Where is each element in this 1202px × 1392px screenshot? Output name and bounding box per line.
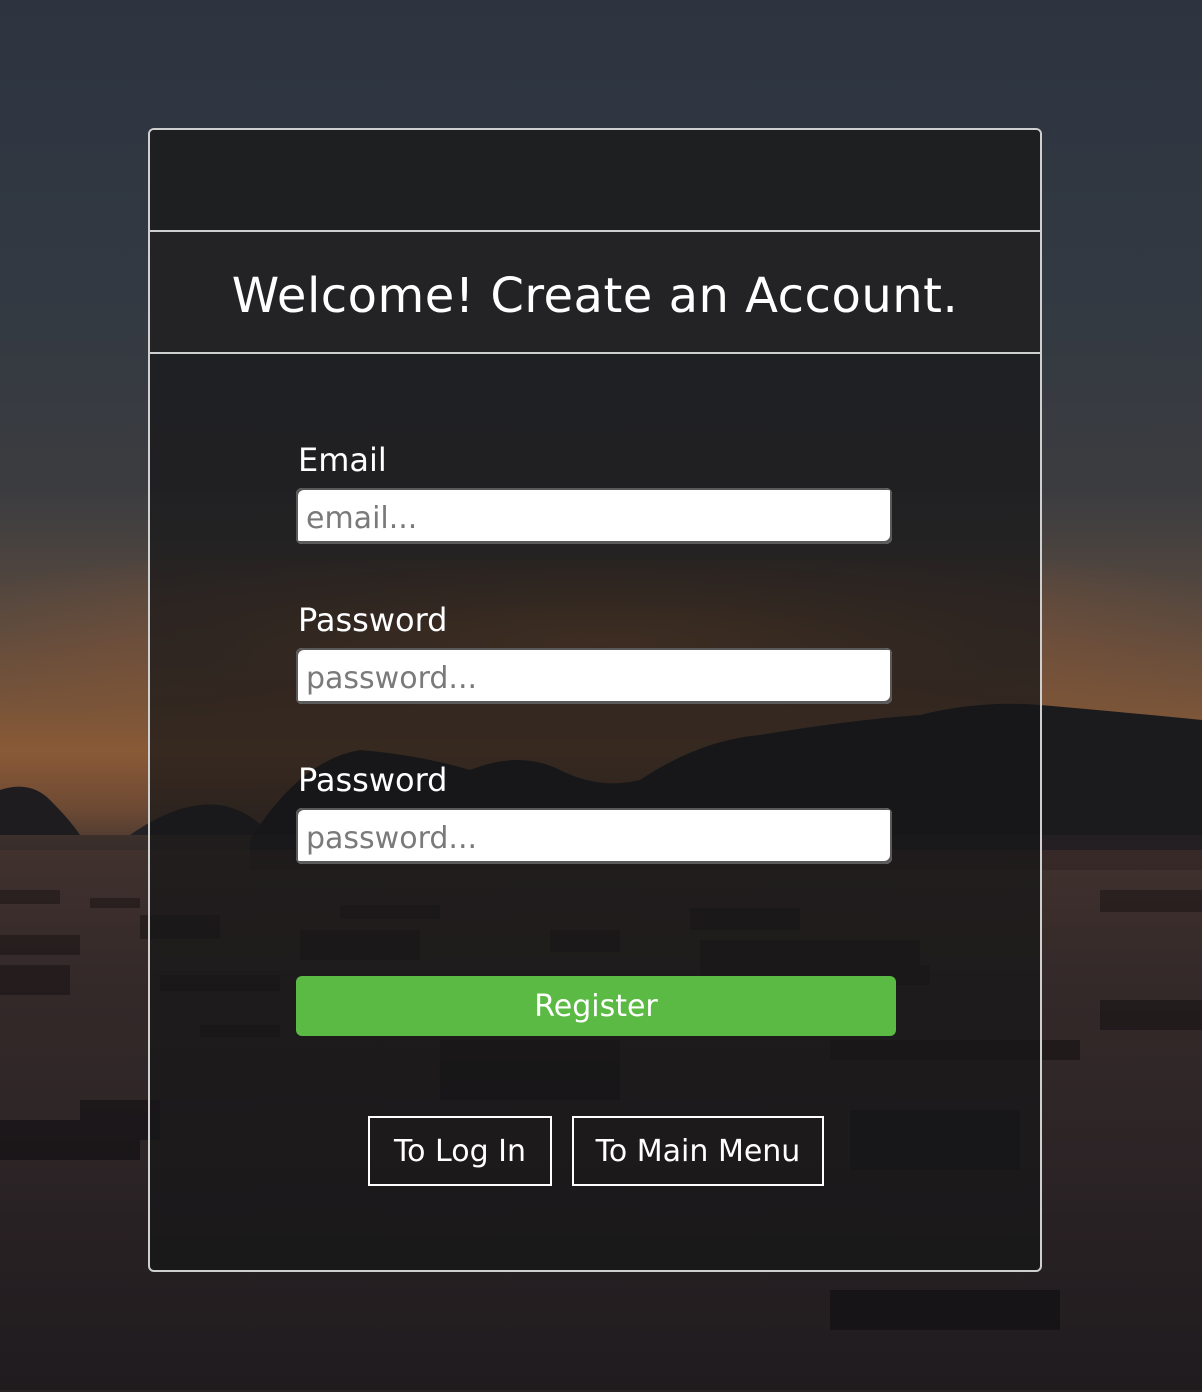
password-field-group: Password bbox=[296, 600, 896, 704]
register-card: Welcome! Create an Account. Email Passwo… bbox=[148, 128, 1042, 1272]
password-input[interactable] bbox=[296, 648, 892, 704]
confirm-password-field-group: Password bbox=[296, 760, 896, 864]
email-input[interactable] bbox=[296, 488, 892, 544]
password-label: Password bbox=[298, 601, 448, 639]
register-button[interactable]: Register bbox=[296, 976, 896, 1036]
email-field-group: Email bbox=[296, 440, 896, 544]
confirm-password-label: Password bbox=[298, 761, 448, 799]
email-label: Email bbox=[298, 441, 387, 479]
to-login-button[interactable]: To Log In bbox=[368, 1116, 552, 1186]
confirm-password-input[interactable] bbox=[296, 808, 892, 864]
to-main-menu-button[interactable]: To Main Menu bbox=[572, 1116, 824, 1186]
page-title: Welcome! Create an Account. bbox=[231, 268, 959, 324]
register-form: Email Password Password bbox=[296, 440, 896, 920]
card-top-bar bbox=[150, 130, 1040, 232]
nav-buttons: To Log In To Main Menu bbox=[368, 1116, 824, 1186]
card-header: Welcome! Create an Account. bbox=[150, 232, 1040, 354]
